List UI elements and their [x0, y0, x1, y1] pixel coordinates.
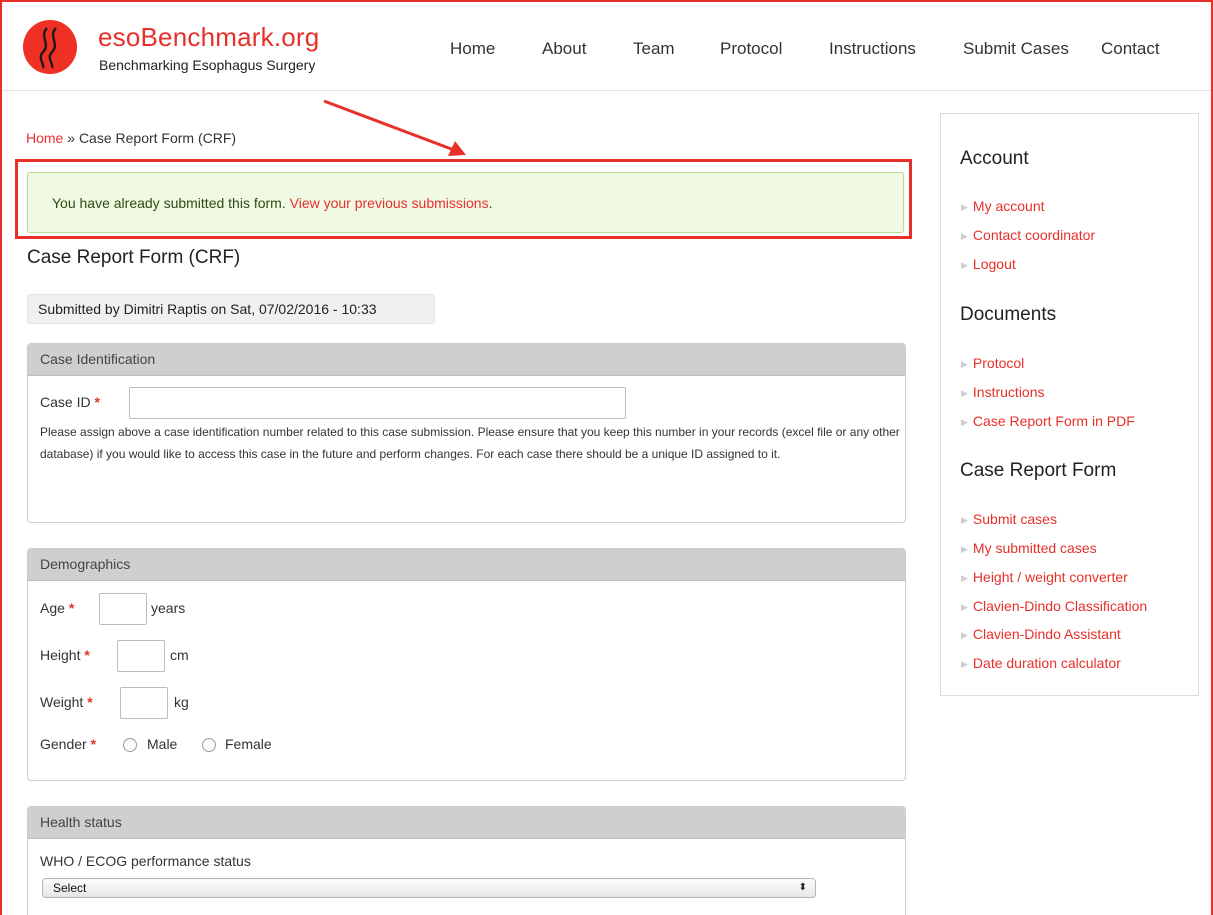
nav-instructions[interactable]: Instructions — [829, 39, 916, 59]
gender-male-label[interactable]: Male — [147, 736, 177, 752]
bullet-icon: ▶ — [961, 659, 968, 669]
bullet-icon: ▶ — [961, 231, 968, 241]
site-slogan: Benchmarking Esophagus Surgery — [99, 57, 316, 73]
site-logo[interactable] — [23, 20, 77, 74]
page-title: Case Report Form (CRF) — [27, 247, 241, 268]
breadcrumb-home[interactable]: Home — [26, 130, 63, 146]
nav-contact[interactable]: Contact — [1101, 39, 1160, 59]
height-unit: cm — [170, 647, 189, 663]
sidebar: Account ▶ My account ▶ Contact coordinator… — [940, 113, 1199, 696]
weight-unit: kg — [174, 694, 189, 710]
bullet-icon: ▶ — [961, 202, 968, 212]
case-id-input[interactable] — [129, 387, 626, 419]
page-frame: esoBenchmark.org Benchmarking Esophagus … — [0, 0, 1213, 915]
bullet-icon: ▶ — [961, 573, 968, 583]
nav-submit-cases[interactable]: Submit Cases — [963, 39, 1069, 59]
age-label: Age * — [40, 600, 75, 616]
select-arrows-icon: ⬍ — [798, 882, 807, 893]
legend-health-status[interactable]: Health status — [28, 807, 905, 839]
bullet-icon: ▶ — [961, 388, 968, 398]
sidebar-account-title: Account — [960, 148, 1029, 169]
logo-esophagus-icon — [39, 27, 57, 69]
site-name[interactable]: esoBenchmark.org — [98, 22, 319, 53]
case-id-label: Case ID * — [40, 394, 100, 410]
case-id-description: Please assign above a case identificatio… — [40, 425, 900, 461]
nav-team[interactable]: Team — [633, 39, 675, 59]
bullet-icon: ▶ — [961, 260, 968, 270]
gender-label: Gender * — [40, 736, 97, 752]
breadcrumb-current: Case Report Form (CRF) — [78, 130, 237, 146]
nav-home[interactable]: Home — [450, 39, 495, 59]
sidebar-link-protocol[interactable]: ▶ Protocol — [961, 355, 1024, 371]
breadcrumb-separator: » — [67, 130, 76, 146]
legend-demographics[interactable]: Demographics — [28, 549, 905, 581]
bullet-icon: ▶ — [961, 630, 968, 640]
bullet-icon: ▶ — [961, 359, 968, 369]
sidebar-link-contact-coordinator[interactable]: ▶ Contact coordinator — [961, 227, 1095, 243]
sidebar-link-height-weight-converter[interactable]: ▶ Height / weight converter — [961, 569, 1128, 585]
fieldset-case-identification: Case Identification Case ID * Please ass… — [27, 343, 906, 523]
weight-input[interactable] — [120, 687, 168, 719]
bullet-icon: ▶ — [961, 602, 968, 612]
site-header: esoBenchmark.org Benchmarking Esophagus … — [2, 2, 1211, 91]
who-ecog-label: WHO / ECOG performance status — [40, 853, 251, 869]
sidebar-link-clavien-dindo-assistant[interactable]: ▶ Clavien-Dindo Assistant — [961, 626, 1121, 642]
breadcrumb: Home » Case Report Form (CRF) — [26, 130, 236, 146]
nav-protocol[interactable]: Protocol — [720, 39, 782, 59]
bullet-icon: ▶ — [961, 515, 968, 525]
legend-case-identification[interactable]: Case Identification — [28, 344, 905, 376]
bullet-icon: ▶ — [961, 417, 968, 427]
fieldset-demographics: Demographics Age * years Height * cm Wei… — [27, 548, 906, 781]
bullet-icon: ▶ — [961, 544, 968, 554]
annotation-highlight-box — [15, 159, 912, 239]
sidebar-crf-title: Case Report Form — [960, 460, 1117, 481]
weight-label: Weight * — [40, 694, 93, 710]
sidebar-link-my-account[interactable]: ▶ My account — [961, 198, 1045, 214]
sidebar-link-logout[interactable]: ▶ Logout — [961, 256, 1016, 272]
age-input[interactable] — [99, 593, 147, 625]
sidebar-link-my-submitted-cases[interactable]: ▶ My submitted cases — [961, 540, 1097, 556]
height-input[interactable] — [117, 640, 165, 672]
who-ecog-select-value: Select — [53, 881, 87, 895]
nav-about[interactable]: About — [542, 39, 586, 59]
sidebar-link-submit-cases[interactable]: ▶ Submit cases — [961, 511, 1057, 527]
gender-female-radio[interactable] — [202, 738, 216, 752]
sidebar-documents-title: Documents — [960, 304, 1057, 325]
sidebar-link-instructions[interactable]: ▶ Instructions — [961, 384, 1045, 400]
gender-female-label[interactable]: Female — [225, 736, 272, 752]
gender-male-radio[interactable] — [123, 738, 137, 752]
sidebar-link-date-duration-calculator[interactable]: ▶ Date duration calculator — [961, 655, 1121, 671]
age-unit: years — [151, 600, 186, 616]
fieldset-health-status: Health status WHO / ECOG performance sta… — [27, 806, 906, 915]
required-marker: * — [94, 394, 100, 410]
who-ecog-select[interactable]: Select ⬍ — [42, 878, 816, 898]
height-label: Height * — [40, 647, 90, 663]
sidebar-link-crf-pdf[interactable]: ▶ Case Report Form in PDF — [961, 413, 1135, 429]
submitted-by-info: Submitted by Dimitri Raptis on Sat, 07/0… — [27, 294, 435, 324]
sidebar-link-clavien-dindo-classification[interactable]: ▶ Clavien-Dindo Classification — [961, 598, 1147, 614]
